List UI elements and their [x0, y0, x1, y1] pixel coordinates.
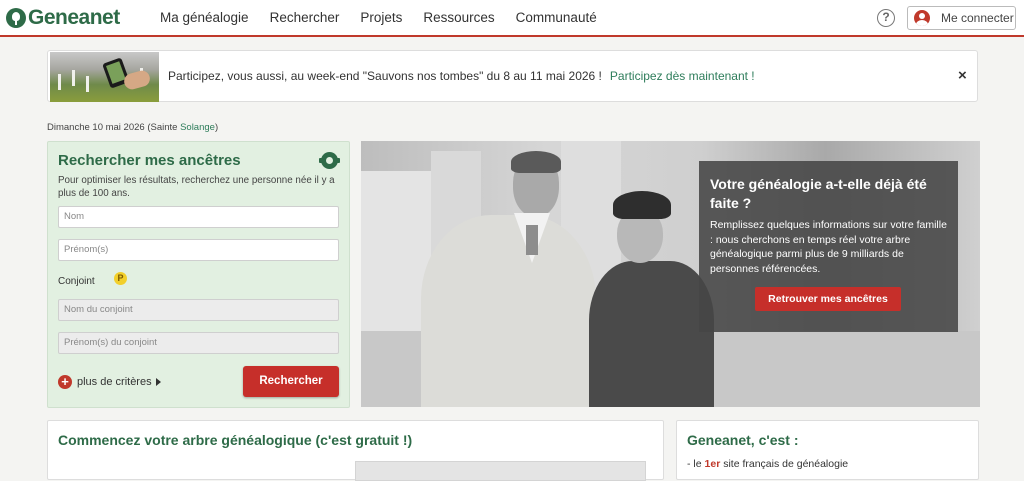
nav-resources[interactable]: Ressources: [423, 10, 494, 25]
search-button[interactable]: Rechercher: [243, 366, 339, 397]
close-icon[interactable]: ×: [958, 67, 967, 84]
login-label: Me connecter: [941, 11, 1014, 25]
banner-text: Participez, vous aussi, au week-end "Sau…: [168, 69, 755, 83]
date-line: Dimanche 10 mai 2026 (Sainte Solange): [47, 122, 218, 133]
spouse-firstname-input[interactable]: Prénom(s) du conjoint: [58, 332, 339, 354]
about-line-suffix: site français de généalogie: [720, 458, 849, 470]
main-nav: Ma généalogie Rechercher Projets Ressour…: [160, 0, 618, 35]
about-line-highlight: 1er: [704, 458, 721, 470]
saint-link[interactable]: Solange: [180, 122, 215, 133]
promo-banner: Participez, vous aussi, au week-end "Sau…: [47, 50, 978, 102]
find-ancestors-button[interactable]: Retrouver mes ancêtres: [755, 287, 901, 311]
about-geneanet-panel: Geneanet, c'est : - le 1er site français…: [676, 420, 979, 480]
search-panel-description: Pour optimiser les résultats, recherchez…: [58, 175, 335, 199]
nav-my-genealogy[interactable]: Ma généalogie: [160, 10, 249, 25]
user-icon: [914, 10, 930, 26]
hero-photo-woman: [589, 191, 714, 407]
logo-text: Geneanet: [28, 6, 120, 29]
banner-graves-image: [50, 52, 159, 102]
help-icon[interactable]: ?: [877, 9, 895, 27]
banner-message: Participez, vous aussi, au week-end "Sau…: [168, 69, 602, 83]
date-text: Dimanche 10 mai 2026 (Sainte: [47, 122, 181, 133]
hero-section: Votre généalogie a-t-elle déjà été faite…: [361, 141, 980, 407]
hero-callout: Votre généalogie a-t-elle déjà été faite…: [699, 161, 958, 332]
nav-projects[interactable]: Projets: [360, 10, 402, 25]
date-suffix: ): [214, 122, 219, 133]
hero-text: Remplissez quelques informations sur vot…: [710, 219, 947, 275]
caret-right-icon: [155, 378, 161, 386]
more-criteria-toggle[interactable]: + plus de critères: [58, 375, 161, 389]
name-input[interactable]: Nom: [58, 206, 339, 228]
ancestor-search-panel: Rechercher mes ancêtres Pour optimiser l…: [47, 141, 350, 408]
start-tree-panel: Commencez votre arbre généalogique (c'es…: [47, 420, 664, 481]
hero-title: Votre généalogie a-t-elle déjà été faite…: [710, 176, 927, 211]
search-panel-title: Rechercher mes ancêtres: [58, 152, 241, 169]
more-criteria-label: plus de critères: [77, 376, 152, 388]
spouse-label: Conjoint: [58, 276, 95, 287]
about-line-prefix: - le: [687, 458, 705, 470]
nav-community[interactable]: Communauté: [516, 10, 597, 25]
login-button[interactable]: Me connecter: [907, 6, 1016, 30]
spouse-name-input[interactable]: Nom du conjoint: [58, 299, 339, 321]
start-tree-title: Commencez votre arbre généalogique (c'es…: [58, 432, 413, 448]
premium-icon: P: [114, 272, 127, 285]
about-line: - le 1er site français de généalogie: [687, 458, 848, 470]
gear-icon[interactable]: [319, 152, 340, 169]
nav-search[interactable]: Rechercher: [270, 10, 340, 25]
banner-participate-link[interactable]: Participez dès maintenant !: [610, 69, 755, 83]
start-tree-placeholder-box: [355, 461, 646, 481]
firstname-input[interactable]: Prénom(s): [58, 239, 339, 261]
about-title: Geneanet, c'est :: [687, 432, 799, 448]
geneanet-logo[interactable]: Geneanet: [6, 6, 120, 30]
tree-logo-icon: [6, 8, 26, 28]
plus-icon: +: [58, 375, 72, 389]
hero-photo-man: [421, 151, 596, 407]
top-navigation-bar: Geneanet Ma généalogie Rechercher Projet…: [0, 0, 1024, 37]
